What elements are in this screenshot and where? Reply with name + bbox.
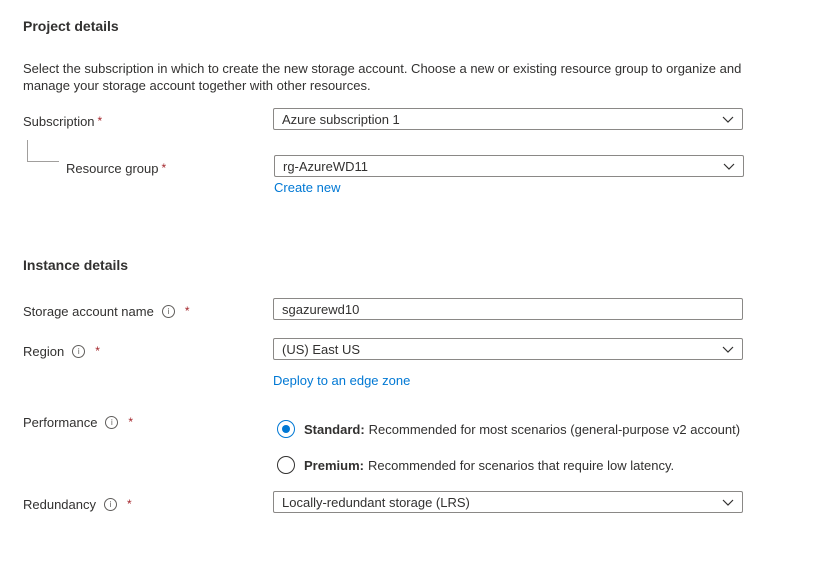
resource-group-label-text: Resource group bbox=[66, 160, 159, 176]
performance-label: Performance i * bbox=[23, 413, 133, 431]
performance-label-text: Performance bbox=[23, 414, 98, 430]
storage-account-name-label: Storage account name i * bbox=[23, 302, 189, 320]
instance-details-heading: Instance details bbox=[23, 257, 129, 273]
performance-standard-option[interactable]: Standard: Recommended for most scenarios… bbox=[277, 420, 740, 438]
standard-option-title: Standard: bbox=[304, 421, 365, 437]
required-marker: * bbox=[184, 304, 190, 318]
chevron-down-icon bbox=[722, 346, 734, 353]
resource-group-label: Resource group * bbox=[66, 159, 166, 177]
storage-account-name-input[interactable]: sgazurewd10 bbox=[273, 298, 743, 320]
info-icon[interactable]: i bbox=[105, 415, 119, 429]
radio-selected-icon[interactable] bbox=[277, 420, 295, 438]
subscription-value: Azure subscription 1 bbox=[282, 111, 400, 127]
redundancy-label-text: Redundancy bbox=[23, 496, 96, 512]
resource-group-dropdown[interactable]: rg-AzureWD11 bbox=[274, 155, 744, 177]
required-marker: * bbox=[97, 114, 103, 128]
redundancy-dropdown[interactable]: Locally-redundant storage (LRS) bbox=[273, 491, 743, 513]
subscription-label: Subscription * bbox=[23, 112, 102, 130]
region-label: Region i * bbox=[23, 342, 100, 360]
redundancy-label: Redundancy i * bbox=[23, 495, 132, 513]
performance-premium-option[interactable]: Premium: Recommended for scenarios that … bbox=[277, 456, 674, 474]
premium-option-text: Recommended for scenarios that require l… bbox=[367, 457, 675, 473]
redundancy-value: Locally-redundant storage (LRS) bbox=[282, 494, 470, 510]
deploy-edge-zone-link[interactable]: Deploy to an edge zone bbox=[273, 373, 410, 388]
standard-option-text: Recommended for most scenarios (general-… bbox=[368, 421, 741, 437]
subscription-label-text: Subscription bbox=[23, 113, 95, 129]
storage-account-name-value: sgazurewd10 bbox=[282, 301, 360, 317]
storage-account-name-label-text: Storage account name bbox=[23, 303, 154, 319]
tree-connector bbox=[27, 140, 59, 162]
region-dropdown[interactable]: (US) East US bbox=[273, 338, 743, 360]
region-value: (US) East US bbox=[282, 341, 361, 357]
project-details-description: Select the subscription in which to crea… bbox=[23, 61, 742, 93]
resource-group-value: rg-AzureWD11 bbox=[283, 158, 369, 174]
create-new-link[interactable]: Create new bbox=[274, 180, 340, 195]
required-marker: * bbox=[128, 415, 134, 429]
info-icon[interactable]: i bbox=[161, 304, 175, 318]
chevron-down-icon bbox=[722, 499, 734, 506]
project-details-heading: Project details bbox=[23, 18, 119, 34]
region-label-text: Region bbox=[23, 343, 65, 359]
chevron-down-icon bbox=[722, 116, 734, 123]
premium-option-title: Premium: bbox=[304, 457, 364, 473]
required-marker: * bbox=[95, 344, 100, 358]
info-icon[interactable]: i bbox=[104, 497, 117, 511]
required-marker: * bbox=[127, 497, 132, 511]
info-icon[interactable]: i bbox=[72, 344, 86, 358]
radio-unselected-icon[interactable] bbox=[277, 456, 295, 474]
chevron-down-icon bbox=[723, 163, 735, 170]
required-marker: * bbox=[161, 161, 167, 175]
subscription-dropdown[interactable]: Azure subscription 1 bbox=[273, 108, 743, 130]
